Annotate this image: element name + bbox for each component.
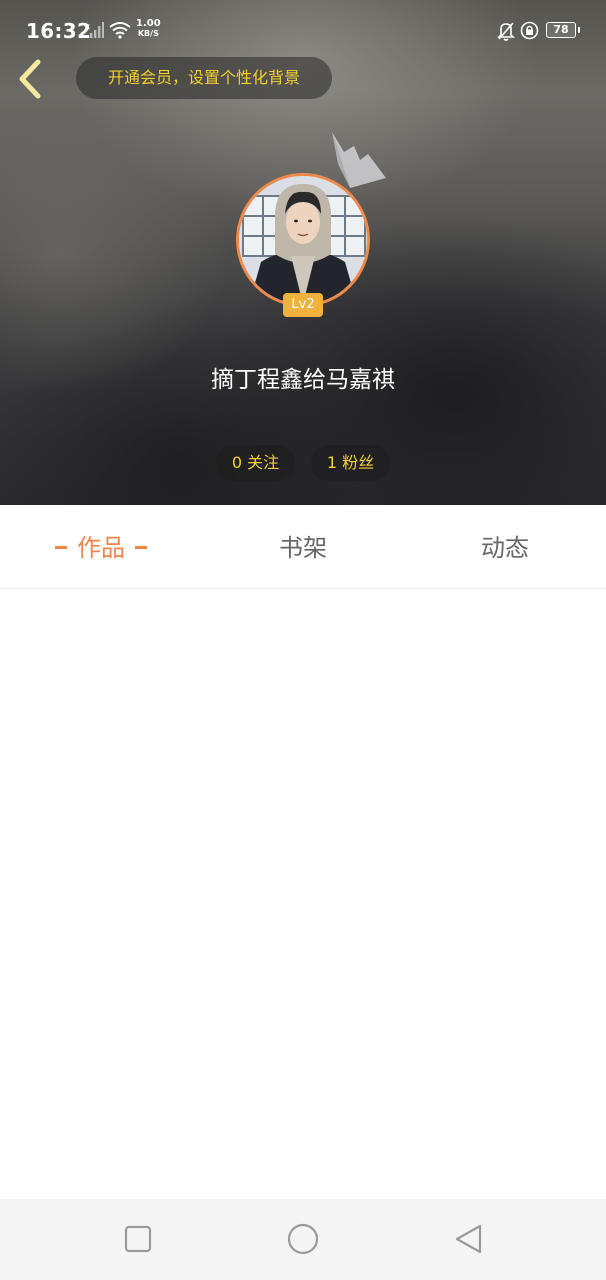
svg-text:×: × [84,22,91,31]
username: 摘丁程鑫给马嘉祺 [211,367,395,393]
vip-background-banner[interactable]: 开通会员，设置个性化背景 [76,57,332,99]
back-button[interactable] [12,56,52,102]
speed-value: 1.00 [136,18,161,29]
status-bar: 16:32 × 1.00 KB/S 78 [0,0,606,60]
lock-rotation-icon [520,21,539,40]
tab-works[interactable]: 作品 [0,505,202,589]
system-navigation-bar [0,1199,606,1280]
wifi-icon [109,22,131,39]
network-speed: 1.00 KB/S [136,19,161,39]
tab-works-label: 作品 [77,534,125,562]
vip-banner-text: 开通会员，设置个性化背景 [107,68,300,87]
signal-icon: × [84,22,104,38]
status-time: 16:32 [26,19,92,43]
tab-activity-label: 动态 [481,534,529,562]
active-indicator-right [135,545,147,549]
level-badge: Lv2 [283,293,323,317]
battery-icon: 78 [546,22,580,38]
back-triangle-icon[interactable] [450,1221,486,1257]
chevron-left-icon [19,59,41,99]
following-label: 0 关注 [231,453,280,472]
mute-bell-icon [497,22,515,41]
tab-bookshelf-label: 书架 [279,534,327,562]
avatar-image [239,176,367,304]
fans-label: 1 粉丝 [326,453,375,472]
works-content-area [0,589,606,1199]
recent-apps-icon[interactable] [120,1221,156,1257]
tab-bookshelf[interactable]: 书架 [202,505,404,589]
home-icon[interactable] [285,1221,321,1257]
battery-level: 78 [553,23,569,36]
avatar[interactable] [236,173,370,307]
following-count-button[interactable]: 0 关注 [216,445,295,481]
profile-tabs: 作品 书架 动态 [0,505,606,589]
fans-count-button[interactable]: 1 粉丝 [311,445,390,481]
tab-activity[interactable]: 动态 [404,505,606,589]
profile-header: 16:32 × 1.00 KB/S 78 开通会员，设置个性化背景 Lv2 摘丁… [0,0,606,505]
active-indicator-left [55,545,67,549]
speed-unit: KB/S [137,29,159,38]
